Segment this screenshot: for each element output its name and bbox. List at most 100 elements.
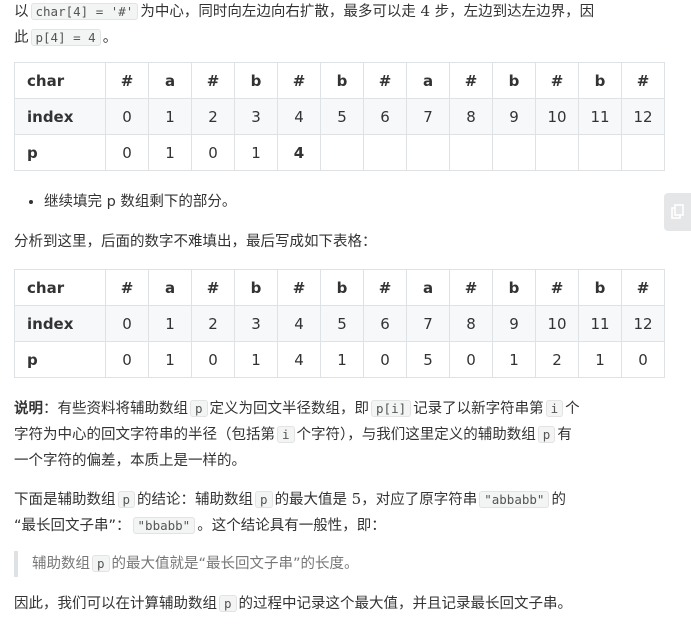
index-cell: 5	[320, 98, 364, 135]
p-cell: 1	[234, 341, 278, 378]
p-cell	[449, 134, 493, 171]
index-cell: 12	[621, 305, 665, 342]
inline-code: p	[219, 595, 237, 612]
char-cell: b	[578, 62, 622, 99]
inline-code: "abbabb"	[479, 491, 550, 508]
row-label: p	[14, 341, 106, 378]
index-cell: 1	[148, 98, 192, 135]
index-cell: 8	[449, 305, 493, 342]
p-cell: 0	[191, 341, 235, 378]
char-cell: #	[621, 62, 665, 99]
index-cell: 2	[191, 305, 235, 342]
inline-code: p	[92, 555, 110, 572]
char-cell: #	[277, 62, 321, 99]
index-cell: 0	[105, 98, 149, 135]
copy-icon	[670, 204, 684, 219]
inline-code: p	[117, 491, 136, 508]
p-cell	[535, 134, 579, 171]
index-cell: 3	[234, 305, 278, 342]
index-cell: 10	[535, 305, 579, 342]
char-cell: a	[406, 62, 450, 99]
char-cell: a	[148, 269, 192, 306]
index-cell: 1	[148, 305, 192, 342]
p-cell: 0	[621, 341, 665, 378]
inline-code: i	[545, 400, 564, 417]
char-cell: b	[320, 62, 364, 99]
p-cell	[363, 134, 407, 171]
index-cell: 9	[492, 98, 536, 135]
blockquote: 辅助数组 p 的最大值就是“最长回文子串”的长度。	[14, 551, 665, 577]
side-tab-button[interactable]	[664, 193, 691, 231]
p-row: p0101410501210	[14, 341, 665, 378]
index-row: index 0 1 2 3 4 5 6 7 8 9 10 11 12	[14, 305, 665, 342]
row-label: index	[14, 98, 106, 135]
char-cell: a	[406, 269, 450, 306]
inline-code: p[4] = 4	[30, 29, 101, 46]
bullet-list: 继续填完 p 数组剩下的部分。	[14, 189, 684, 215]
inline-code: p[i]	[371, 400, 412, 417]
index-cell: 10	[535, 98, 579, 135]
char-row: char # a # b # b # a # b # b #	[14, 62, 665, 99]
index-cell: 5	[320, 305, 364, 342]
index-cell: 0	[105, 305, 149, 342]
index-cell: 2	[191, 98, 235, 135]
row-label: index	[14, 305, 106, 342]
list-item: 继续填完 p 数组剩下的部分。	[44, 189, 684, 215]
char-cell: #	[105, 62, 149, 99]
inline-code: p	[190, 400, 208, 417]
inline-code: p	[537, 426, 556, 443]
p-cell: 0	[191, 134, 235, 171]
p-cell: 1	[492, 341, 536, 378]
index-cell: 8	[449, 98, 493, 135]
p-cell: 5	[406, 341, 450, 378]
index-cell: 11	[578, 98, 622, 135]
char-cell: b	[320, 269, 364, 306]
p-cell: 0	[449, 341, 493, 378]
index-cell: 7	[406, 305, 450, 342]
p-cell: 1	[148, 341, 192, 378]
char-cell: b	[234, 269, 278, 306]
inline-code: char[4] = '#'	[30, 3, 139, 20]
p-row: p01014	[14, 134, 665, 171]
index-cell: 4	[277, 98, 321, 135]
conclusion-paragraph: 下面是辅助数组 p 的结论：辅助数组 p 的最大值是 5，对应了原字符串 "abbabb"…	[14, 490, 566, 534]
index-cell: 12	[621, 98, 665, 135]
char-cell: b	[492, 62, 536, 99]
inline-code: i	[277, 426, 295, 443]
p-cell: 4	[277, 134, 321, 171]
p-cell: 1	[234, 134, 278, 171]
p-cell: 0	[105, 341, 149, 378]
intro-paragraph: 以 char[4] = '#' 为中心，同时向左边向右扩散，最多可以走 4 步，左边…	[14, 2, 595, 46]
char-cell: #	[535, 62, 579, 99]
char-cell: b	[578, 269, 622, 306]
char-cell: #	[449, 62, 493, 99]
char-cell: #	[191, 62, 235, 99]
index-cell: 6	[363, 305, 407, 342]
index-cell: 6	[363, 98, 407, 135]
char-cell: #	[105, 269, 149, 306]
index-cell: 11	[578, 305, 622, 342]
char-cell: #	[449, 269, 493, 306]
p-cell	[492, 134, 536, 171]
index-cell: 4	[277, 305, 321, 342]
p-cell: 0	[105, 134, 149, 171]
index-cell: 9	[492, 305, 536, 342]
index-cell: 7	[406, 98, 450, 135]
p-cell	[406, 134, 450, 171]
char-cell: b	[492, 269, 536, 306]
char-cell: #	[191, 269, 235, 306]
char-row: char # a # b # b # a # b # b #	[14, 269, 665, 306]
row-label: p	[14, 134, 106, 171]
char-cell: #	[621, 269, 665, 306]
p-cell	[578, 134, 622, 171]
index-row: index 0 1 2 3 4 5 6 7 8 9 10 11 12	[14, 98, 665, 135]
p-array-table-partial: char # a # b # b # a # b # b # index 0 1 2 3 4 5 6 7 8 9 10 11 12 …	[14, 62, 665, 171]
p-cell	[621, 134, 665, 171]
p-cell: 1	[578, 341, 622, 378]
p-cell	[320, 134, 364, 171]
char-cell: a	[148, 62, 192, 99]
p-cell: 4	[277, 341, 321, 378]
char-cell: #	[277, 269, 321, 306]
inline-code: "bbabb"	[132, 517, 196, 534]
char-cell: #	[363, 269, 407, 306]
